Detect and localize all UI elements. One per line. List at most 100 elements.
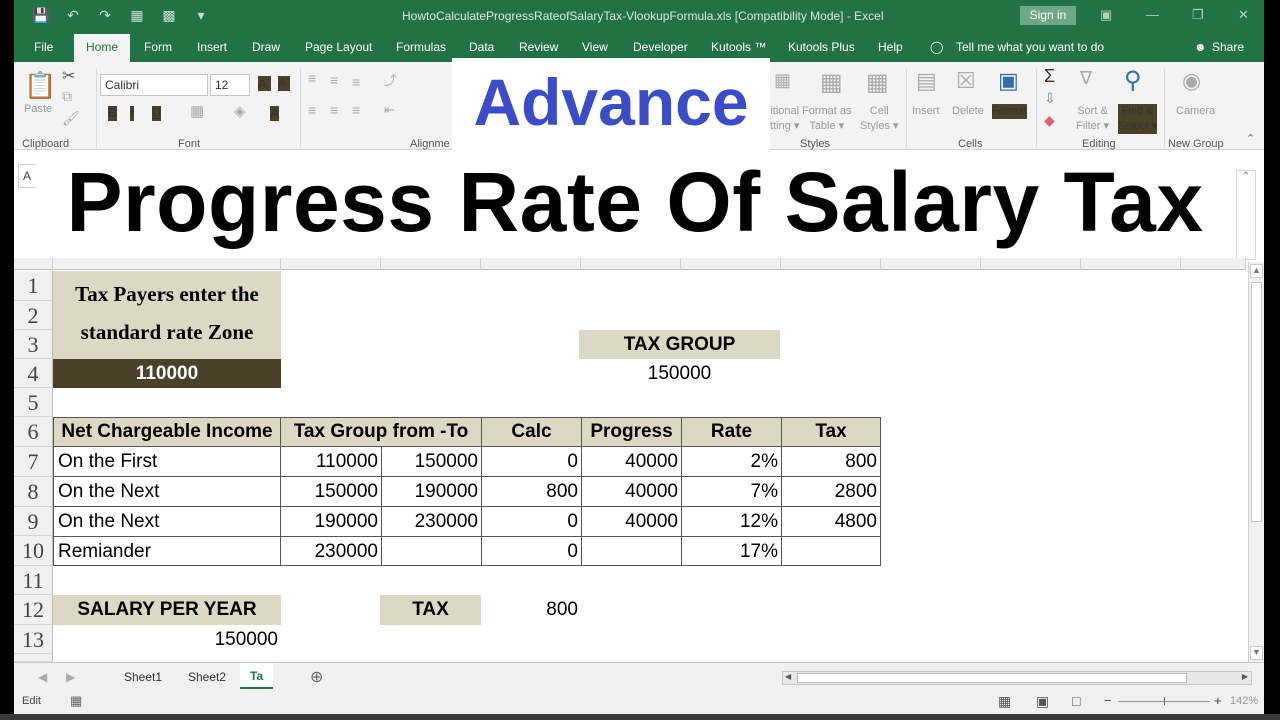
- table-row-1-tax[interactable]: 800: [781, 446, 881, 477]
- table-row-4-from[interactable]: 230000: [280, 536, 382, 566]
- cell-styles-icon[interactable]: ▦: [866, 68, 889, 97]
- next-sheet-icon[interactable]: ▶: [66, 670, 75, 684]
- format-painter-icon[interactable]: 🖌: [62, 110, 80, 127]
- tax-group-value-cell[interactable]: 150000: [579, 359, 780, 388]
- intro-cell[interactable]: Tax Payers enter the standard rate Zone: [53, 271, 281, 359]
- find-select-icon[interactable]: ⚲: [1124, 66, 1142, 95]
- table-row-3-progress[interactable]: 40000: [581, 506, 682, 537]
- tab-formulas[interactable]: Formulas: [396, 40, 446, 54]
- tab-data[interactable]: Data: [469, 40, 494, 54]
- horizontal-scroll-thumb[interactable]: [797, 673, 1187, 683]
- tab-kutools-plus[interactable]: Kutools Plus: [788, 40, 855, 54]
- expand-formula-bar-icon[interactable]: ⌃: [1236, 170, 1256, 260]
- sign-in-button[interactable]: Sign in: [1020, 6, 1076, 25]
- horizontal-scrollbar[interactable]: ◀ ▶: [782, 671, 1252, 685]
- tax-label-cell[interactable]: TAX: [380, 595, 481, 625]
- table-row-2-from[interactable]: 150000: [280, 476, 382, 507]
- align-top-icon[interactable]: ≡: [308, 70, 316, 86]
- prev-sheet-icon[interactable]: ◀: [38, 670, 47, 684]
- table-row-1-label[interactable]: On the First: [53, 446, 281, 477]
- table-row-4-label[interactable]: Remiander: [53, 536, 281, 566]
- macro-record-icon[interactable]: ▦: [70, 693, 82, 709]
- row-header-2[interactable]: 2: [14, 301, 53, 330]
- column-header-i[interactable]: [981, 258, 1081, 270]
- font-color-icon[interactable]: A: [270, 106, 280, 121]
- table-row-2-label[interactable]: On the Next: [53, 476, 281, 507]
- table-row-3-tax[interactable]: 4800: [781, 506, 881, 537]
- table-row-1-progress[interactable]: 40000: [581, 446, 682, 477]
- redo-icon[interactable]: ↷: [96, 7, 114, 24]
- table-row-4-rate[interactable]: 17%: [681, 536, 782, 566]
- tab-review[interactable]: Review: [519, 40, 558, 54]
- header-progress[interactable]: Progress: [581, 417, 682, 447]
- align-right-icon[interactable]: ≡: [352, 102, 360, 118]
- scroll-down-icon[interactable]: ▼: [1250, 646, 1263, 660]
- restore-icon[interactable]: ❐: [1192, 7, 1204, 23]
- format-cells-button[interactable]: Format: [992, 104, 1027, 119]
- table-row-3-to[interactable]: 230000: [381, 506, 482, 537]
- collapse-ribbon-icon[interactable]: ⌃: [1246, 132, 1255, 145]
- close-icon[interactable]: ✕: [1238, 7, 1249, 23]
- header-rate[interactable]: Rate: [681, 417, 782, 447]
- orientation-icon[interactable]: ⤴: [384, 70, 397, 89]
- undo-icon[interactable]: ↶: [64, 7, 82, 24]
- sheet-tab-sheet1[interactable]: Sheet1: [124, 670, 162, 684]
- salary-per-year-value[interactable]: 150000: [53, 625, 281, 654]
- table-row-2-rate[interactable]: 7%: [681, 476, 782, 507]
- column-header-d[interactable]: [481, 258, 581, 270]
- table-row-1-calc[interactable]: 0: [481, 446, 582, 477]
- camera-icon[interactable]: ◉: [1182, 68, 1201, 94]
- new-sheet-icon[interactable]: ⊕: [310, 667, 323, 687]
- tab-home[interactable]: Home: [74, 34, 131, 62]
- clear-icon[interactable]: ◆: [1044, 112, 1055, 129]
- salary-per-year-label[interactable]: SALARY PER YEAR: [53, 595, 281, 625]
- align-bottom-icon[interactable]: ≡: [352, 74, 360, 90]
- tab-help[interactable]: Help: [878, 40, 903, 54]
- minimize-icon[interactable]: —: [1146, 7, 1159, 22]
- conditional-formatting-icon[interactable]: ▦: [774, 70, 791, 91]
- underline-button[interactable]: U: [152, 106, 161, 121]
- conditional-formatting-button[interactable]: itional tting ▾: [770, 104, 799, 134]
- vertical-scroll-thumb[interactable]: [1251, 282, 1262, 522]
- table-row-2-tax[interactable]: 2800: [781, 476, 881, 507]
- page-break-view-icon[interactable]: □: [1072, 693, 1080, 709]
- delete-cells-button[interactable]: Delete: [952, 104, 984, 119]
- indent-icon[interactable]: ⇤: [384, 102, 395, 118]
- align-left-icon[interactable]: ≡: [308, 102, 316, 118]
- scroll-left-icon[interactable]: ◀: [785, 672, 791, 681]
- row-header-12[interactable]: 12: [14, 595, 53, 625]
- ribbon-display-icon[interactable]: ▣: [1100, 7, 1112, 23]
- zoom-level[interactable]: 142%: [1230, 695, 1258, 707]
- row-header-8[interactable]: 8: [14, 477, 53, 507]
- bold-button[interactable]: B: [108, 106, 117, 121]
- tab-page-layout[interactable]: Page Layout: [305, 40, 372, 54]
- scroll-right-icon[interactable]: ▶: [1242, 672, 1248, 681]
- insert-cells-button[interactable]: Insert: [912, 104, 940, 119]
- increase-font-icon[interactable]: Aˆ: [258, 76, 271, 91]
- borders-icon[interactable]: ▦: [190, 102, 204, 120]
- paste-button[interactable]: Paste: [24, 102, 52, 117]
- cell-styles-button[interactable]: Cell Styles ▾: [860, 104, 899, 134]
- zoom-slider-thumb[interactable]: [1164, 697, 1165, 705]
- sort-filter-button[interactable]: Sort & Filter ▾: [1076, 104, 1109, 134]
- tab-kutools[interactable]: Kutools ™: [711, 40, 766, 54]
- table-row-1-from[interactable]: 110000: [280, 446, 382, 477]
- table-row-3-rate[interactable]: 12%: [681, 506, 782, 537]
- select-all-corner[interactable]: [14, 258, 53, 270]
- tab-view[interactable]: View: [582, 40, 608, 54]
- column-header-k[interactable]: [1181, 258, 1246, 270]
- insert-cells-icon[interactable]: ▤: [916, 68, 937, 94]
- delete-cells-icon[interactable]: ☒: [956, 68, 976, 94]
- camera-button[interactable]: Camera: [1176, 104, 1215, 119]
- form-icon[interactable]: ▦: [128, 7, 146, 24]
- table-row-4-progress[interactable]: [581, 536, 682, 566]
- vertical-scrollbar[interactable]: ▲ ▼: [1248, 262, 1264, 662]
- format-as-table-icon[interactable]: ▦: [820, 68, 843, 97]
- share-icon[interactable]: ☻: [1194, 40, 1207, 54]
- find-select-button[interactable]: Find & Select ▾: [1118, 104, 1158, 134]
- font-size-select[interactable]: 12: [210, 74, 250, 96]
- align-middle-icon[interactable]: ≡: [330, 72, 338, 88]
- row-header-9[interactable]: 9: [14, 507, 53, 536]
- copy-icon[interactable]: ⧉: [62, 88, 72, 105]
- column-header-h[interactable]: [881, 258, 981, 270]
